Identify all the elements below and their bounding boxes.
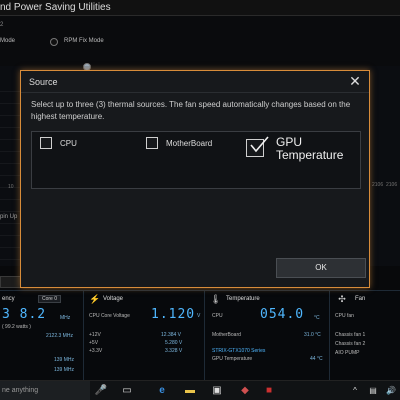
voltage-label: CPU Core Voltage	[89, 313, 130, 319]
ok-button-label: OK	[315, 263, 327, 272]
network-icon[interactable]: ▤	[366, 384, 380, 398]
gpu-temperature-checkbox[interactable]	[246, 136, 269, 157]
fan-card: ✣ Fan CPU fan Chassis fan 1 Chassis fan …	[331, 291, 400, 381]
voltage-row-value: 3.328 V	[165, 348, 183, 354]
close-icon[interactable]: ✕	[347, 73, 363, 89]
title-bar: nd Power Saving Utilities	[0, 0, 400, 16]
fan-icon: ✣	[338, 294, 346, 304]
voltage-row-label: +5V	[89, 340, 99, 346]
chevron-up-icon[interactable]: ^	[348, 384, 362, 398]
task-view-icon[interactable]: ▭	[120, 384, 134, 398]
frequency-row-value: 139 MHz	[54, 367, 75, 373]
temperature-row-value: 31.0 °C	[304, 332, 321, 338]
temperature-label: CPU	[212, 313, 223, 319]
taskbar-search-placeholder: ne anything	[2, 387, 39, 394]
frequency-watts: ( 99.2 watts )	[2, 324, 31, 330]
taskbar-search[interactable]: ne anything	[0, 381, 90, 400]
mode-option-label: Mode	[0, 38, 16, 44]
window-title: nd Power Saving Utilities	[0, 2, 111, 13]
core-select-value: Core 0	[42, 296, 58, 302]
motherboard-checkbox[interactable]	[146, 137, 158, 149]
frequency-card: ency Core 0 3 8.2 MHz ( 99.2 watts ) 212…	[0, 291, 84, 381]
voltage-row-value: 5.280 V	[165, 340, 183, 346]
check-icon	[250, 136, 269, 153]
temperature-row-label: STRIX-GTX1070 Series	[212, 348, 266, 354]
mic-icon[interactable]: 🎤	[94, 384, 108, 398]
dialog-body-space	[31, 193, 361, 253]
dialog-description: Select up to three (3) thermal sources. …	[31, 100, 351, 121]
dialog-header: Source ✕	[21, 71, 369, 93]
voltage-row-value: 12.384 V	[161, 332, 182, 338]
fan-label: CPU fan	[335, 313, 354, 319]
frequency-row-value: 2122.3 MHz	[46, 333, 73, 339]
temperature-title: Temperature	[226, 296, 260, 302]
voltage-unit: V	[197, 313, 201, 319]
file-explorer-icon[interactable]: ▬	[183, 384, 197, 398]
frequency-unit: MHz	[60, 315, 71, 321]
temperature-row-value: 44 °C	[310, 356, 323, 362]
fan-row-label: Chassis fan 2	[335, 341, 366, 347]
motherboard-label: MotherBoard	[166, 139, 213, 148]
source-dialog: Source ✕ Select up to three (3) thermal …	[20, 70, 370, 288]
core-select[interactable]: Core 0	[38, 295, 62, 303]
option-motherboard[interactable]: MotherBoard	[140, 132, 240, 188]
temperature-unit: °C	[314, 315, 320, 321]
mode-option-rpm-fix[interactable]: RPM Fix Mode	[64, 38, 104, 44]
cpu-checkbox[interactable]	[40, 137, 52, 149]
mode-option-label: RPM Fix Mode	[64, 38, 104, 44]
option-gpu-temperature[interactable]: GPU Temperature	[238, 132, 362, 188]
gpu-temperature-label: GPU Temperature	[276, 135, 344, 162]
temperature-row-label: GPU Temperature	[212, 356, 253, 362]
fan-title: Fan	[355, 296, 366, 302]
lightning-icon: ⚡	[89, 294, 101, 304]
temperature-card: 🌡 Temperature CPU 054.0 °C MotherBoard 3…	[206, 291, 330, 381]
fan-row-label: Chassis fan 1	[335, 332, 366, 338]
voltage-row-label: +3.3V	[89, 348, 103, 354]
dialog-title: Source	[29, 77, 58, 87]
ok-button[interactable]: OK	[276, 258, 366, 278]
taskbar: ne anything 🎤 ▭ e ▬ ▣ ◆ ■ ^ ▤ 🔊	[0, 380, 400, 400]
app-icon-2[interactable]: ■	[262, 384, 276, 398]
thermometer-icon: 🌡	[210, 294, 222, 304]
cpu-label: CPU	[60, 139, 77, 148]
voltage-card: ⚡ Voltage CPU Core Voltage 1.120 V +12V …	[85, 291, 205, 381]
monitor-dashboard: ency Core 0 3 8.2 MHz ( 99.2 watts ) 212…	[0, 290, 400, 381]
option-cpu[interactable]: CPU	[32, 132, 132, 188]
edge-icon[interactable]: e	[155, 384, 169, 398]
app-icon[interactable]: ◆	[238, 384, 252, 398]
fan-row-label: AIO PUMP	[335, 350, 360, 356]
voltage-title: Voltage	[103, 296, 124, 302]
rpm-fix-mode-radio[interactable]	[50, 38, 58, 46]
temperature-value: 054.0	[260, 307, 305, 322]
frequency-value: 3 8.2	[2, 307, 47, 322]
window-subtitle: 2	[0, 22, 4, 28]
mode-option-a[interactable]: Mode	[0, 38, 15, 44]
voltage-row-label: +12V	[89, 332, 101, 338]
store-icon[interactable]: ▣	[210, 384, 224, 398]
temperature-row-label: MotherBoard	[212, 332, 241, 338]
frequency-row-value: 139 MHz	[54, 357, 75, 363]
voltage-value: 1.120	[151, 307, 196, 322]
thermal-source-options: CPU MotherBoard GPU Temperature	[31, 131, 361, 189]
frequency-title: ency	[2, 296, 15, 302]
volume-icon[interactable]: 🔊	[384, 384, 398, 398]
